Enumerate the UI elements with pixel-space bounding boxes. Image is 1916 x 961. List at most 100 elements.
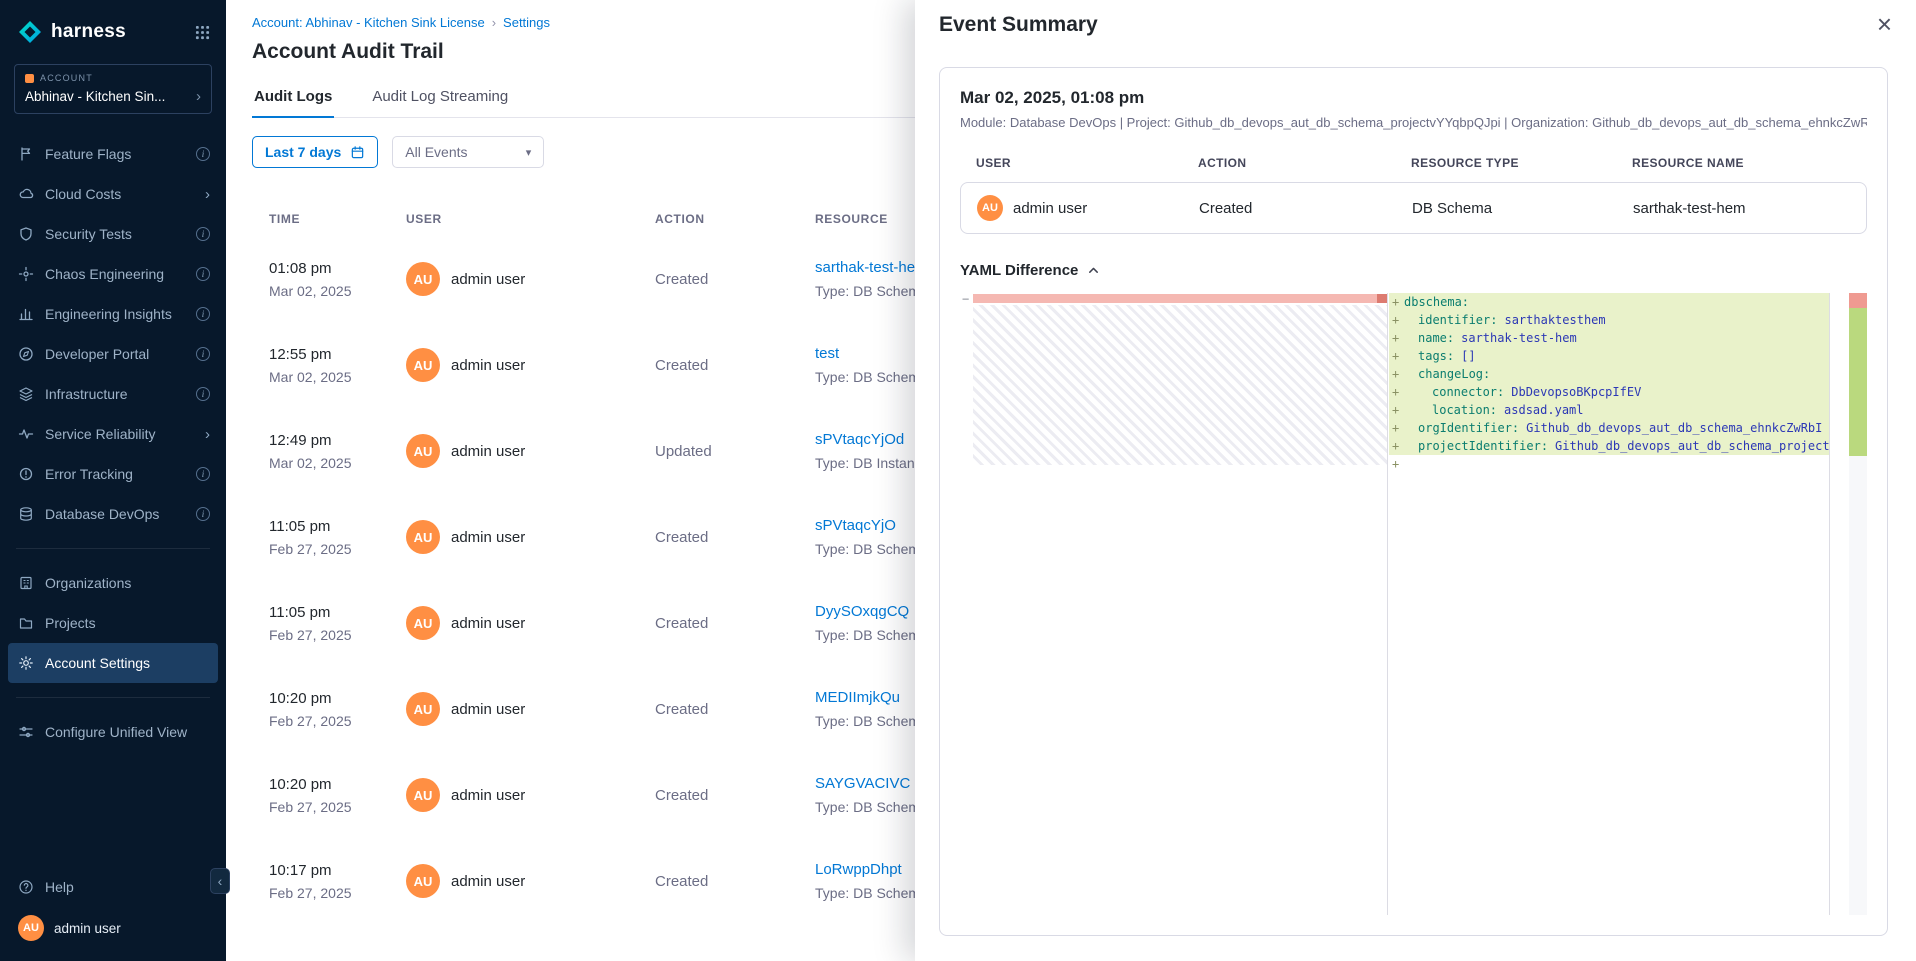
module-nav: Feature Flags i Cloud Costs › Security T… xyxy=(0,134,226,534)
plus-icon: + xyxy=(1389,365,1404,383)
breadcrumb-account-link[interactable]: Account: Abhinav - Kitchen Sink License xyxy=(252,15,485,30)
diff-line-content: projectIdentifier:Github_db_devops_aut_d… xyxy=(1404,437,1829,455)
account-selector[interactable]: ACCOUNT Abhinav - Kitchen Sin... › xyxy=(14,64,212,114)
row-action: Created xyxy=(655,615,815,632)
sidebar-item-error-tracking[interactable]: Error Tracking i xyxy=(8,454,218,494)
yaml-value: DbDevopsoBKpcpIfEV xyxy=(1511,385,1641,399)
resource-link[interactable]: sarthak-test-hem xyxy=(815,259,928,276)
sidebar-item-help[interactable]: Help xyxy=(8,867,218,907)
resource-link[interactable]: sPVtaqcYjOd xyxy=(815,431,904,448)
sidebar-item-cloud-costs[interactable]: Cloud Costs › xyxy=(8,174,218,214)
event-resource-name: sarthak-test-hem xyxy=(1633,200,1850,217)
insights-icon xyxy=(18,306,35,322)
column-user: USER xyxy=(976,156,1198,170)
sidebar-item-organizations[interactable]: Organizations xyxy=(8,563,218,603)
yaml-diff-view: − +dbschema: +identifier:sarthaktesthem … xyxy=(960,293,1867,915)
row-time: 11:05 pm xyxy=(269,518,406,535)
sidebar-item-projects[interactable]: Projects xyxy=(8,603,218,643)
gear-icon xyxy=(18,655,35,671)
row-action: Created xyxy=(655,529,815,546)
resource-link[interactable]: DyySOxqgCQ xyxy=(815,603,909,620)
avatar: AU xyxy=(406,864,440,898)
sidebar: harness ACCOUNT Abhinav - Kitchen Sin...… xyxy=(0,0,226,961)
column-user: USER xyxy=(406,212,655,226)
row-time: 12:49 pm xyxy=(269,432,406,449)
sidebar-item-label: Feature Flags xyxy=(45,146,186,162)
column-action: ACTION xyxy=(1198,156,1411,170)
sidebar-item-engineering-insights[interactable]: Engineering Insights i xyxy=(8,294,218,334)
sidebar-item-label: Engineering Insights xyxy=(45,306,186,322)
diff-minimap[interactable] xyxy=(1849,293,1867,915)
sidebar-divider xyxy=(16,548,210,549)
sidebar-item-chaos-engineering[interactable]: Chaos Engineering i xyxy=(8,254,218,294)
building-icon xyxy=(18,575,35,591)
resource-link[interactable]: LoRwppDhpt xyxy=(815,861,902,878)
resource-link[interactable]: test xyxy=(815,345,839,362)
minus-icon: − xyxy=(962,293,969,305)
info-icon[interactable]: i xyxy=(196,467,210,481)
resource-link[interactable]: MEDIImjkQu xyxy=(815,689,900,706)
layers-icon xyxy=(18,386,35,402)
sidebar-item-feature-flags[interactable]: Feature Flags i xyxy=(8,134,218,174)
info-icon[interactable]: i xyxy=(196,347,210,361)
events-filter-dropdown[interactable]: All Events ▾ xyxy=(392,136,544,168)
diff-added-line: +identifier:sarthaktesthem xyxy=(1389,311,1829,329)
diff-right-pane: +dbschema: +identifier:sarthaktesthem +n… xyxy=(1389,293,1829,473)
row-date: Feb 27, 2025 xyxy=(269,885,406,901)
resource-link[interactable]: sPVtaqcYjO xyxy=(815,517,896,534)
sidebar-item-label: Account Settings xyxy=(45,655,210,671)
date-range-button[interactable]: Last 7 days xyxy=(252,136,378,168)
sidebar-collapse-handle[interactable]: ‹ xyxy=(210,868,230,894)
yaml-key: dbschema: xyxy=(1404,295,1469,309)
yaml-key: identifier: xyxy=(1418,313,1497,327)
tab-audit-log-streaming[interactable]: Audit Log Streaming xyxy=(370,80,510,117)
row-date: Mar 02, 2025 xyxy=(269,369,406,385)
row-time: 10:20 pm xyxy=(269,690,406,707)
avatar: AU xyxy=(406,778,440,812)
info-icon[interactable]: i xyxy=(196,307,210,321)
drawer-title: Event Summary xyxy=(939,13,1877,37)
tab-audit-logs[interactable]: Audit Logs xyxy=(252,80,334,118)
diff-removed-cap xyxy=(1377,294,1387,303)
sidebar-item-account-settings[interactable]: Account Settings xyxy=(8,643,218,683)
event-table-header: USER ACTION RESOURCE TYPE RESOURCE NAME xyxy=(960,156,1867,170)
sidebar-item-service-reliability[interactable]: Service Reliability › xyxy=(8,414,218,454)
info-icon[interactable]: i xyxy=(196,267,210,281)
row-time: 12:55 pm xyxy=(269,346,406,363)
row-action: Created xyxy=(655,873,815,890)
info-icon[interactable]: i xyxy=(196,507,210,521)
plus-icon: + xyxy=(1389,401,1404,419)
info-icon[interactable]: i xyxy=(196,147,210,161)
avatar: AU xyxy=(18,915,44,941)
row-date: Feb 27, 2025 xyxy=(269,799,406,815)
sidebar-item-developer-portal[interactable]: Developer Portal i xyxy=(8,334,218,374)
breadcrumb-settings-link[interactable]: Settings xyxy=(503,15,550,30)
diff-added-line: +connector:DbDevopsoBKpcpIfEV xyxy=(1389,383,1829,401)
sidebar-item-infrastructure[interactable]: Infrastructure i xyxy=(8,374,218,414)
avatar: AU xyxy=(406,520,440,554)
chevron-right-icon: › xyxy=(196,88,201,105)
user-menu[interactable]: AU admin user xyxy=(0,907,226,949)
harness-logo[interactable]: harness xyxy=(0,0,226,56)
sidebar-item-database-devops[interactable]: Database DevOps i xyxy=(8,494,218,534)
event-resource-type: DB Schema xyxy=(1412,200,1633,217)
row-action: Created xyxy=(655,357,815,374)
sidebar-item-security-tests[interactable]: Security Tests i xyxy=(8,214,218,254)
info-icon[interactable]: i xyxy=(196,227,210,241)
sidebar-item-label: Error Tracking xyxy=(45,466,186,482)
close-icon[interactable]: × xyxy=(1877,11,1892,37)
events-filter-value: All Events xyxy=(405,144,467,160)
resource-link[interactable]: SAYGVACIVC xyxy=(815,775,910,792)
info-icon[interactable]: i xyxy=(196,387,210,401)
yaml-difference-label: YAML Difference xyxy=(960,262,1078,279)
date-range-label: Last 7 days xyxy=(265,144,341,160)
chaos-icon xyxy=(18,266,35,282)
yaml-value: asdsad.yaml xyxy=(1504,403,1583,417)
row-user: admin user xyxy=(451,701,525,718)
sidebar-item-configure-unified-view[interactable]: Configure Unified View xyxy=(8,712,218,752)
module-grid-icon[interactable] xyxy=(195,25,210,40)
diff-added-line: +location:asdsad.yaml xyxy=(1389,401,1829,419)
plus-icon: + xyxy=(1389,293,1404,311)
yaml-value: sarthak-test-hem xyxy=(1461,331,1577,345)
yaml-difference-toggle[interactable]: YAML Difference xyxy=(960,262,1100,279)
